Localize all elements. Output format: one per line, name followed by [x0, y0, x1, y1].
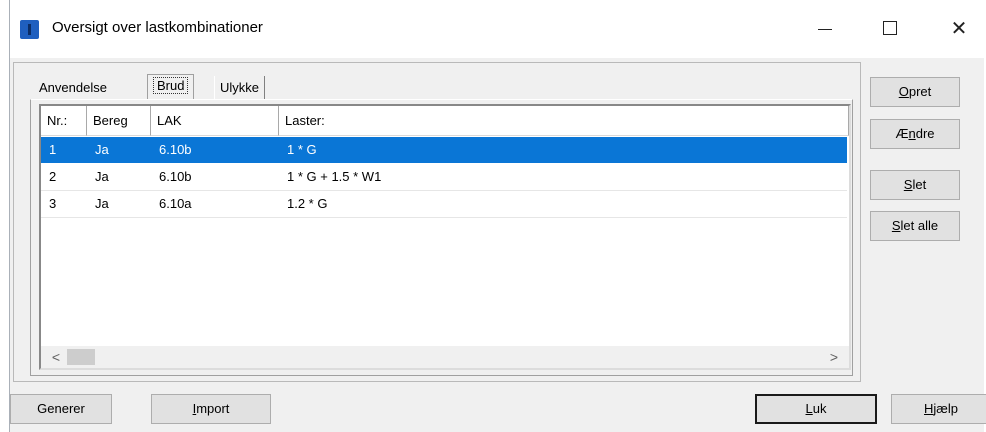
- mnemonic: L: [805, 401, 813, 416]
- tab-label: Ulykke: [220, 80, 260, 95]
- table-row[interactable]: 2 Ja 6.10b 1 * G + 1.5 * W1: [41, 164, 847, 191]
- button-label: mport: [196, 401, 230, 416]
- list-header: Nr.: Bereg LAK Laster:: [41, 106, 849, 136]
- load-combination-list[interactable]: Nr.: Bereg LAK Laster: 1 Ja 6.10b 1 * G …: [39, 104, 851, 370]
- mnemonic: H: [924, 401, 934, 416]
- button-label: jælp: [933, 401, 958, 416]
- maximize-icon: [883, 21, 897, 35]
- scroll-left-icon[interactable]: <: [45, 346, 67, 368]
- tab-label: Anvendelse: [39, 80, 107, 95]
- scroll-right-icon[interactable]: >: [823, 346, 845, 368]
- cell-bereg: Ja: [95, 169, 109, 184]
- slet-button[interactable]: Slet: [870, 170, 960, 200]
- close-button[interactable]: ✕: [936, 8, 982, 48]
- horizontal-scrollbar[interactable]: < >: [41, 346, 849, 368]
- button-label: let alle: [900, 218, 939, 233]
- tab-anvendelse[interactable]: Anvendelse: [34, 76, 112, 100]
- maximize-button[interactable]: [867, 8, 913, 48]
- cell-laster: 1 * G + 1.5 * W1: [287, 169, 382, 184]
- column-header-bereg[interactable]: Bereg: [87, 106, 151, 136]
- scrollbar-thumb[interactable]: [67, 349, 95, 365]
- title-bar[interactable]: Oversigt over lastkombinationer ✕: [10, 0, 984, 58]
- dialog-window: Oversigt over lastkombinationer ✕ Anvend…: [9, 0, 986, 432]
- button-label: pret: [908, 84, 932, 99]
- close-icon: ✕: [950, 16, 968, 40]
- column-header-laster[interactable]: Laster:: [279, 106, 849, 136]
- hjaelp-button[interactable]: Hjælp: [891, 394, 986, 424]
- button-label: uk: [812, 401, 827, 416]
- tab-brud[interactable]: Brud: [147, 74, 195, 100]
- button-label: let: [912, 177, 927, 192]
- window-title: Oversigt over lastkombinationer: [52, 19, 263, 36]
- slet-alle-button[interactable]: Slet alle: [870, 211, 960, 241]
- mnemonic: n: [908, 126, 916, 141]
- cell-nr: 3: [49, 196, 57, 211]
- app-icon: [20, 20, 39, 39]
- column-header-nr[interactable]: Nr.:: [41, 106, 87, 136]
- minimize-button[interactable]: [802, 8, 848, 48]
- cell-lak: 6.10b: [159, 169, 192, 184]
- button-label: dre: [915, 126, 935, 141]
- mnemonic: S: [891, 218, 901, 233]
- table-row[interactable]: 3 Ja 6.10a 1.2 * G: [41, 191, 847, 218]
- mnemonic: O: [898, 84, 909, 99]
- minimize-icon: [818, 28, 832, 30]
- button-label: Æ: [895, 126, 909, 141]
- cell-laster: 1 * G: [287, 142, 317, 157]
- cell-nr: 1: [49, 142, 57, 157]
- aendre-button[interactable]: Ændre: [870, 119, 960, 149]
- cell-bereg: Ja: [95, 196, 109, 211]
- generer-button[interactable]: Generer: [10, 394, 112, 424]
- import-button[interactable]: Import: [151, 394, 271, 424]
- tab-ulykke[interactable]: Ulykke: [214, 76, 266, 100]
- cell-lak: 6.10a: [159, 196, 192, 211]
- cell-laster: 1.2 * G: [287, 196, 328, 211]
- table-row[interactable]: 1 Ja 6.10b 1 * G: [41, 137, 847, 163]
- tab-label: Brud: [153, 77, 189, 94]
- column-header-lak[interactable]: LAK: [151, 106, 279, 136]
- cell-bereg: Ja: [95, 142, 109, 157]
- opret-button[interactable]: Opret: [870, 77, 960, 107]
- cell-lak: 6.10b: [159, 142, 192, 157]
- cell-nr: 2: [49, 169, 57, 184]
- luk-button[interactable]: Luk: [755, 394, 877, 424]
